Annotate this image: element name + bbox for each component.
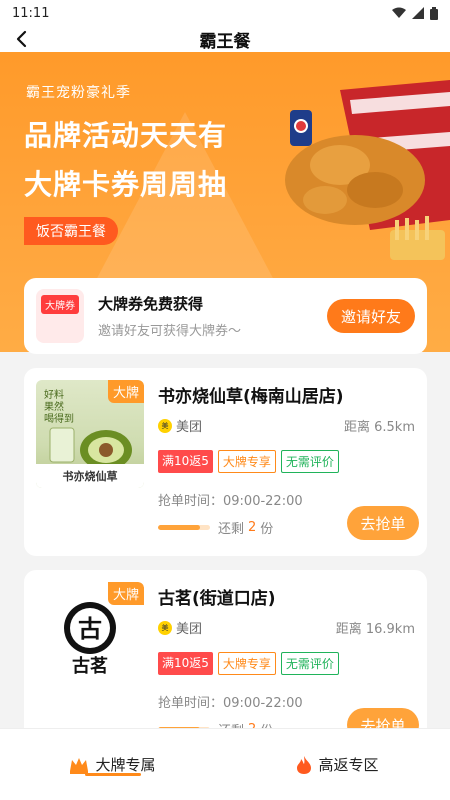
tab-label: 大牌专属 [95,756,156,774]
brand-badge: 大牌 [107,380,144,403]
tag-brand-exclusive: 大牌专享 [217,450,276,473]
nav-bar: 霸王餐 [0,26,450,52]
store-logo-text: 书亦烧仙草 [62,470,118,483]
fried-chicken-bucket-image [285,80,450,260]
tab-brand-exclusive[interactable]: 大牌专属 [0,729,225,800]
fire-icon [297,755,312,774]
remaining-unit: 份 [260,522,274,537]
platform-label: 美 美团 [158,416,202,435]
brand-badge: 大牌 [107,582,144,605]
invite-description: 邀请好友可获得大牌券～ [98,324,242,339]
grab-time: 抢单时间：09:00-22:00 [158,696,303,711]
hero-tag: 饭否霸王餐 [24,217,118,245]
invite-text: 大牌券免费获得 邀请好友可获得大牌券～ [98,293,327,339]
tag-no-review: 无需评价 [280,450,339,473]
store-image-slogan: 好料 果然 喝得到 [44,390,74,425]
battery-icon [430,6,438,20]
coupon-badge: 大牌券 [41,295,79,314]
status-icons [392,6,438,20]
coupon-icon: 大牌券 [36,289,84,343]
store-distance: 距离 16.9km [335,622,415,637]
meituan-icon: 美 [158,620,172,635]
tag-brand-exclusive: 大牌专享 [217,652,276,675]
grab-order-button[interactable]: 去抢单 [347,506,419,540]
meituan-icon: 美 [158,418,172,433]
back-button[interactable] [10,28,32,50]
chevron-left-icon [16,30,27,48]
hero-headline-2: 大牌卡券周周抽 [24,168,228,201]
signal-icon [412,7,424,19]
store-tags: 满10返5 大牌专享 无需评价 [158,450,339,473]
grab-time: 抢单时间：09:00-22:00 [158,494,303,509]
hero-subtitle: 霸王宠粉豪礼季 [26,85,131,101]
platform-label: 美 美团 [158,618,202,637]
tag-cashback: 满10返5 [158,450,213,473]
tag-cashback: 满10返5 [158,652,213,675]
remaining-row: 还剩 2 份 [158,518,273,537]
store-name: 古茗(街道口店) [158,589,276,609]
store-card[interactable]: 好料 果然 喝得到 书亦烧仙草 大牌 书亦烧仙草(梅南山居店) 美 美团 距离 … [24,368,427,556]
status-time: 11:11 [12,5,50,21]
page-title: 霸王餐 [199,31,251,52]
active-tab-indicator [84,773,141,776]
invite-card: 大牌券 大牌券免费获得 邀请好友可获得大牌券～ 邀请好友 [24,278,427,354]
wifi-icon [392,7,406,18]
progress-fill [158,525,200,530]
store-name: 书亦烧仙草(梅南山居店) [158,387,344,407]
store-distance: 距离 6.5km [344,420,415,435]
tab-label: 高返专区 [318,756,379,774]
remaining-count: 2 [248,520,257,535]
tag-no-review: 无需评价 [280,652,339,675]
store-image: 好料 果然 喝得到 书亦烧仙草 大牌 [36,380,144,488]
remaining-progress-bar [158,525,210,530]
store-tags: 满10返5 大牌专享 无需评价 [158,652,339,675]
store-logo-text: 古茗 [72,656,108,677]
status-bar: 11:11 [0,0,450,26]
invite-title: 大牌券免费获得 [98,295,204,313]
bottom-tab-bar: 大牌专属 高返专区 [0,728,450,800]
tab-high-rebate[interactable]: 高返专区 [225,729,450,800]
store-image: 古 古茗 大牌 [36,582,144,690]
hero-headline-1: 品牌活动天天有 [24,119,228,152]
remaining-label: 还剩 [218,522,245,537]
invite-friends-button[interactable]: 邀请好友 [327,299,415,333]
logo-char: 古 [78,615,102,643]
crown-icon [70,757,89,774]
